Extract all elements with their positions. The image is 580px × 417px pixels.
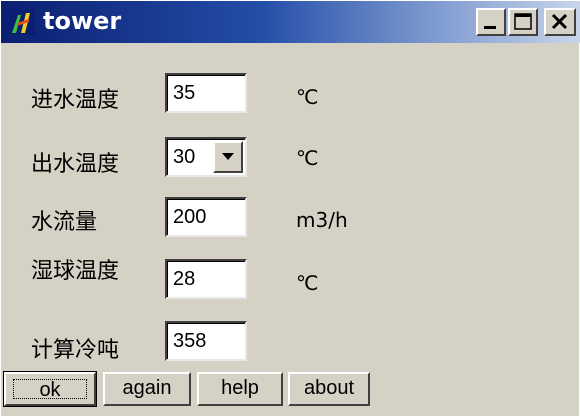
inlet-temp-input[interactable]: 35	[165, 73, 247, 113]
wetbulb-temp-value: 28	[173, 268, 196, 290]
cooling-tons-label: 计算冷吨	[31, 338, 120, 363]
outlet-temp-unit: ℃	[296, 146, 319, 170]
inlet-temp-value: 35	[173, 82, 196, 104]
tower-window: tower 进水温度 35 ℃ 出水温度 30 ℃ 水流量 200 m3/h 湿…	[0, 0, 580, 417]
wetbulb-temp-unit: ℃	[296, 271, 319, 295]
title-bar[interactable]: tower	[1, 1, 580, 43]
chevron-down-icon	[222, 153, 234, 160]
about-button[interactable]: about	[288, 372, 370, 406]
minimize-icon	[484, 26, 496, 29]
maximize-button[interactable]	[508, 8, 538, 36]
flow-value: 200	[173, 206, 207, 228]
inlet-temp-unit: ℃	[296, 85, 319, 109]
app-icon	[9, 9, 35, 35]
ok-button[interactable]: ok	[3, 371, 97, 407]
help-button[interactable]: help	[197, 372, 283, 406]
cooling-tons-value: 358	[173, 330, 207, 352]
flow-unit: m3/h	[296, 208, 348, 232]
inlet-temp-label: 进水温度	[31, 88, 120, 113]
close-icon	[551, 13, 568, 30]
outlet-temp-value: 30	[173, 146, 196, 168]
flow-label: 水流量	[31, 210, 98, 235]
outlet-temp-select[interactable]: 30	[165, 137, 247, 177]
close-button[interactable]	[544, 8, 576, 36]
ok-button-label: ok	[13, 379, 87, 400]
minimize-button[interactable]	[476, 8, 506, 36]
maximize-icon	[514, 13, 532, 30]
window-title: tower	[43, 7, 122, 35]
dropdown-button[interactable]	[213, 141, 243, 173]
again-button[interactable]: again	[103, 372, 191, 406]
outlet-temp-label: 出水温度	[31, 152, 120, 177]
wetbulb-temp-label: 湿球温度	[31, 259, 120, 284]
cooling-tons-output[interactable]: 358	[165, 321, 247, 361]
wetbulb-temp-input[interactable]: 28	[165, 259, 247, 299]
flow-input[interactable]: 200	[165, 197, 247, 237]
